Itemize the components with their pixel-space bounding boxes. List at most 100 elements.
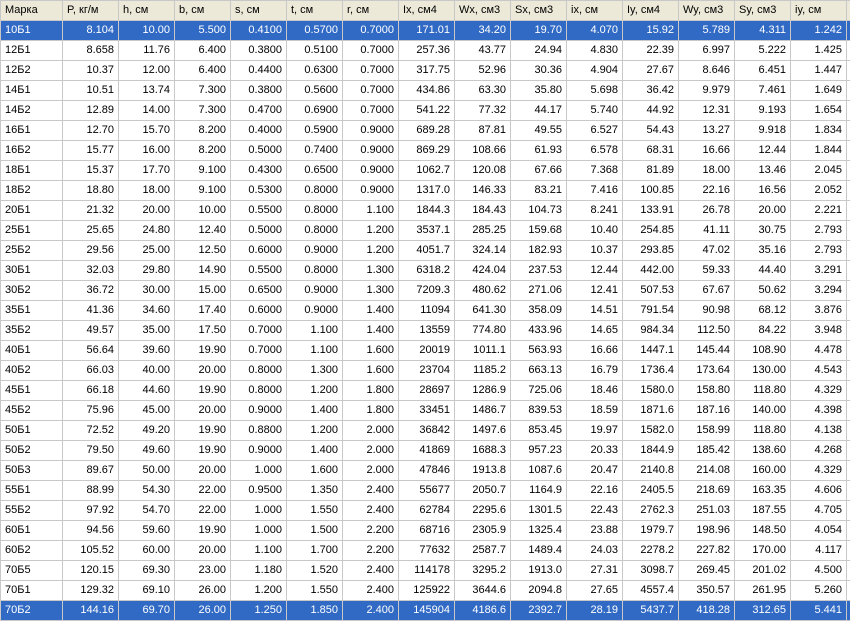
table-row[interactable]: 50Б279.5049.6019.900.90001.4002.00041869… [1, 441, 850, 461]
table-row[interactable]: 18Б115.3717.709.1000.43000.65000.9000106… [1, 161, 850, 181]
table-cell: 45.00 [119, 401, 175, 421]
table-cell: 5.698 [567, 81, 623, 101]
table-row[interactable]: 70Б5120.1569.3023.001.1801.5202.40011417… [1, 561, 850, 581]
table-cell: 18.59 [567, 401, 623, 421]
table-row[interactable]: 55Б188.9954.3022.000.95001.3502.40055677… [1, 481, 850, 501]
table-cell: 839.53 [511, 401, 567, 421]
table-row[interactable]: 16Б215.7716.008.2000.50000.74000.9000869… [1, 141, 850, 161]
table-row[interactable]: 50Б172.5249.2019.900.88001.2002.00036842… [1, 421, 850, 441]
table-row[interactable]: 50Б389.6750.0020.001.0001.6002.000478461… [1, 461, 850, 481]
table-cell: 39.17 [847, 381, 850, 401]
column-header[interactable]: s, см [231, 1, 287, 21]
table-cell: 9.979 [679, 81, 735, 101]
table-row[interactable]: 40Б156.6439.6019.900.70001.1001.60020019… [1, 341, 850, 361]
table-cell: 8.200 [175, 141, 231, 161]
table-cell: 0.6500 [287, 161, 343, 181]
table-cell: 0.6900 [287, 101, 343, 121]
column-header[interactable]: Iy, см4 [623, 1, 679, 21]
table-cell: 59.33 [679, 261, 735, 281]
table-cell: 1317.0 [399, 181, 455, 201]
table-row[interactable]: 25Б125.6524.8012.400.50000.80001.2003537… [1, 221, 850, 241]
table-cell: 0.7400 [287, 141, 343, 161]
table-cell: 0.4100 [231, 21, 287, 41]
table-cell: 0.5600 [287, 81, 343, 101]
table-cell: 1580.0 [623, 381, 679, 401]
table-cell: 8.645 [847, 261, 850, 281]
beam-profiles-table[interactable]: МаркаP, кг/мh, смb, смs, смt, смr, смIx,… [0, 0, 850, 621]
table-cell: 84.22 [735, 321, 791, 341]
column-header[interactable]: Wx, см3 [455, 1, 511, 21]
column-header[interactable]: P, кг/м [63, 1, 119, 21]
table-row[interactable]: 70Б2144.1669.7026.001.2501.8502.40014590… [1, 601, 850, 621]
table-cell: 358.09 [511, 301, 567, 321]
table-cell: 26.78 [679, 201, 735, 221]
table-cell: 14.65 [567, 321, 623, 341]
table-row[interactable]: 30Б132.0329.8014.900.55000.80001.3006318… [1, 261, 850, 281]
table-cell: 35Б1 [1, 301, 63, 321]
table-cell: 4.268 [791, 441, 847, 461]
table-cell: 3644.6 [455, 581, 511, 601]
table-row[interactable]: 60Б194.5659.6019.901.0001.5002.200687162… [1, 521, 850, 541]
table-cell: 1.400 [343, 321, 399, 341]
table-row[interactable]: 20Б121.3220.0010.000.55000.80001.1001844… [1, 201, 850, 221]
table-cell: 725.06 [511, 381, 567, 401]
table-cell: 25Б1 [1, 221, 63, 241]
table-cell: 16.56 [735, 181, 791, 201]
table-cell: 10.00 [175, 201, 231, 221]
table-cell: 1164.9 [511, 481, 567, 501]
column-header[interactable]: It, см4 [847, 1, 850, 21]
table-cell: 34.60 [119, 301, 175, 321]
table-row[interactable]: 35Б249.5735.0017.500.70001.1001.40013559… [1, 321, 850, 341]
table-cell: 1185.2 [455, 361, 511, 381]
table-cell: 160.00 [735, 461, 791, 481]
column-header[interactable]: Wy, см3 [679, 1, 735, 21]
column-header[interactable]: Марка [1, 1, 63, 21]
table-cell: 4.054 [791, 521, 847, 541]
table-row[interactable]: 14Б212.8914.007.3000.47000.69000.7000541… [1, 101, 850, 121]
column-header[interactable]: Sx, см3 [511, 1, 567, 21]
table-cell: 35.80 [511, 81, 567, 101]
table-cell: 1497.6 [455, 421, 511, 441]
table-cell: 0.3800 [231, 81, 287, 101]
column-header[interactable]: iy, см [791, 1, 847, 21]
column-header[interactable]: r, см [343, 1, 399, 21]
table-cell: 10.51 [63, 81, 119, 101]
column-header[interactable]: h, см [119, 1, 175, 21]
table-cell: 0.8000 [287, 261, 343, 281]
table-cell: 35.00 [119, 321, 175, 341]
table-row[interactable]: 45Б166.1844.6019.900.80001.2001.80028697… [1, 381, 850, 401]
column-header[interactable]: Sy, см3 [735, 1, 791, 21]
table-row[interactable]: 40Б266.0340.0020.000.80001.3001.60023704… [1, 361, 850, 381]
table-cell: 6318.2 [399, 261, 455, 281]
table-row[interactable]: 12Б18.65811.766.4000.38000.51000.7000257… [1, 41, 850, 61]
table-cell: 1.800 [343, 381, 399, 401]
table-row[interactable]: 35Б141.3634.6017.400.60000.90001.4001109… [1, 301, 850, 321]
table-cell: 480.62 [455, 281, 511, 301]
table-row[interactable]: 45Б275.9645.0020.000.90001.4001.80033451… [1, 401, 850, 421]
table-cell: 19.90 [175, 441, 231, 461]
table-row[interactable]: 14Б110.5113.747.3000.38000.56000.7000434… [1, 81, 850, 101]
table-cell: 2.052 [791, 181, 847, 201]
table-row[interactable]: 30Б236.7230.0015.000.65000.90001.3007209… [1, 281, 850, 301]
table-cell: 22.00 [175, 481, 231, 501]
column-header[interactable]: ix, см [567, 1, 623, 21]
column-header[interactable]: Ix, см4 [399, 1, 455, 21]
column-header[interactable]: b, см [175, 1, 231, 21]
table-row[interactable]: 25Б229.5625.0012.500.60000.90001.2004051… [1, 241, 850, 261]
table-row[interactable]: 12Б210.3712.006.4000.44000.63000.7000317… [1, 61, 850, 81]
table-cell: 0.7000 [343, 81, 399, 101]
table-cell: 90.98 [679, 301, 735, 321]
column-header[interactable]: t, см [287, 1, 343, 21]
table-cell: 507.53 [623, 281, 679, 301]
table-cell: 97.92 [63, 501, 119, 521]
table-row[interactable]: 55Б297.9254.7022.001.0001.5502.400627842… [1, 501, 850, 521]
table-cell: 18Б1 [1, 161, 63, 181]
table-cell: 5437.7 [623, 601, 679, 621]
table-cell: 269.45 [679, 561, 735, 581]
table-row[interactable]: 10Б18.10410.005.5000.41000.57000.7000171… [1, 21, 850, 41]
table-cell: 418.28 [679, 601, 735, 621]
table-cell: 237.53 [511, 261, 567, 281]
table-row[interactable]: 70Б1129.3269.1026.001.2001.5502.40012592… [1, 581, 850, 601]
table-row[interactable]: 18Б218.8018.009.1000.53000.80000.9000131… [1, 181, 850, 201]
table-row[interactable]: 16Б112.7015.708.2000.40000.59000.9000689… [1, 121, 850, 141]
